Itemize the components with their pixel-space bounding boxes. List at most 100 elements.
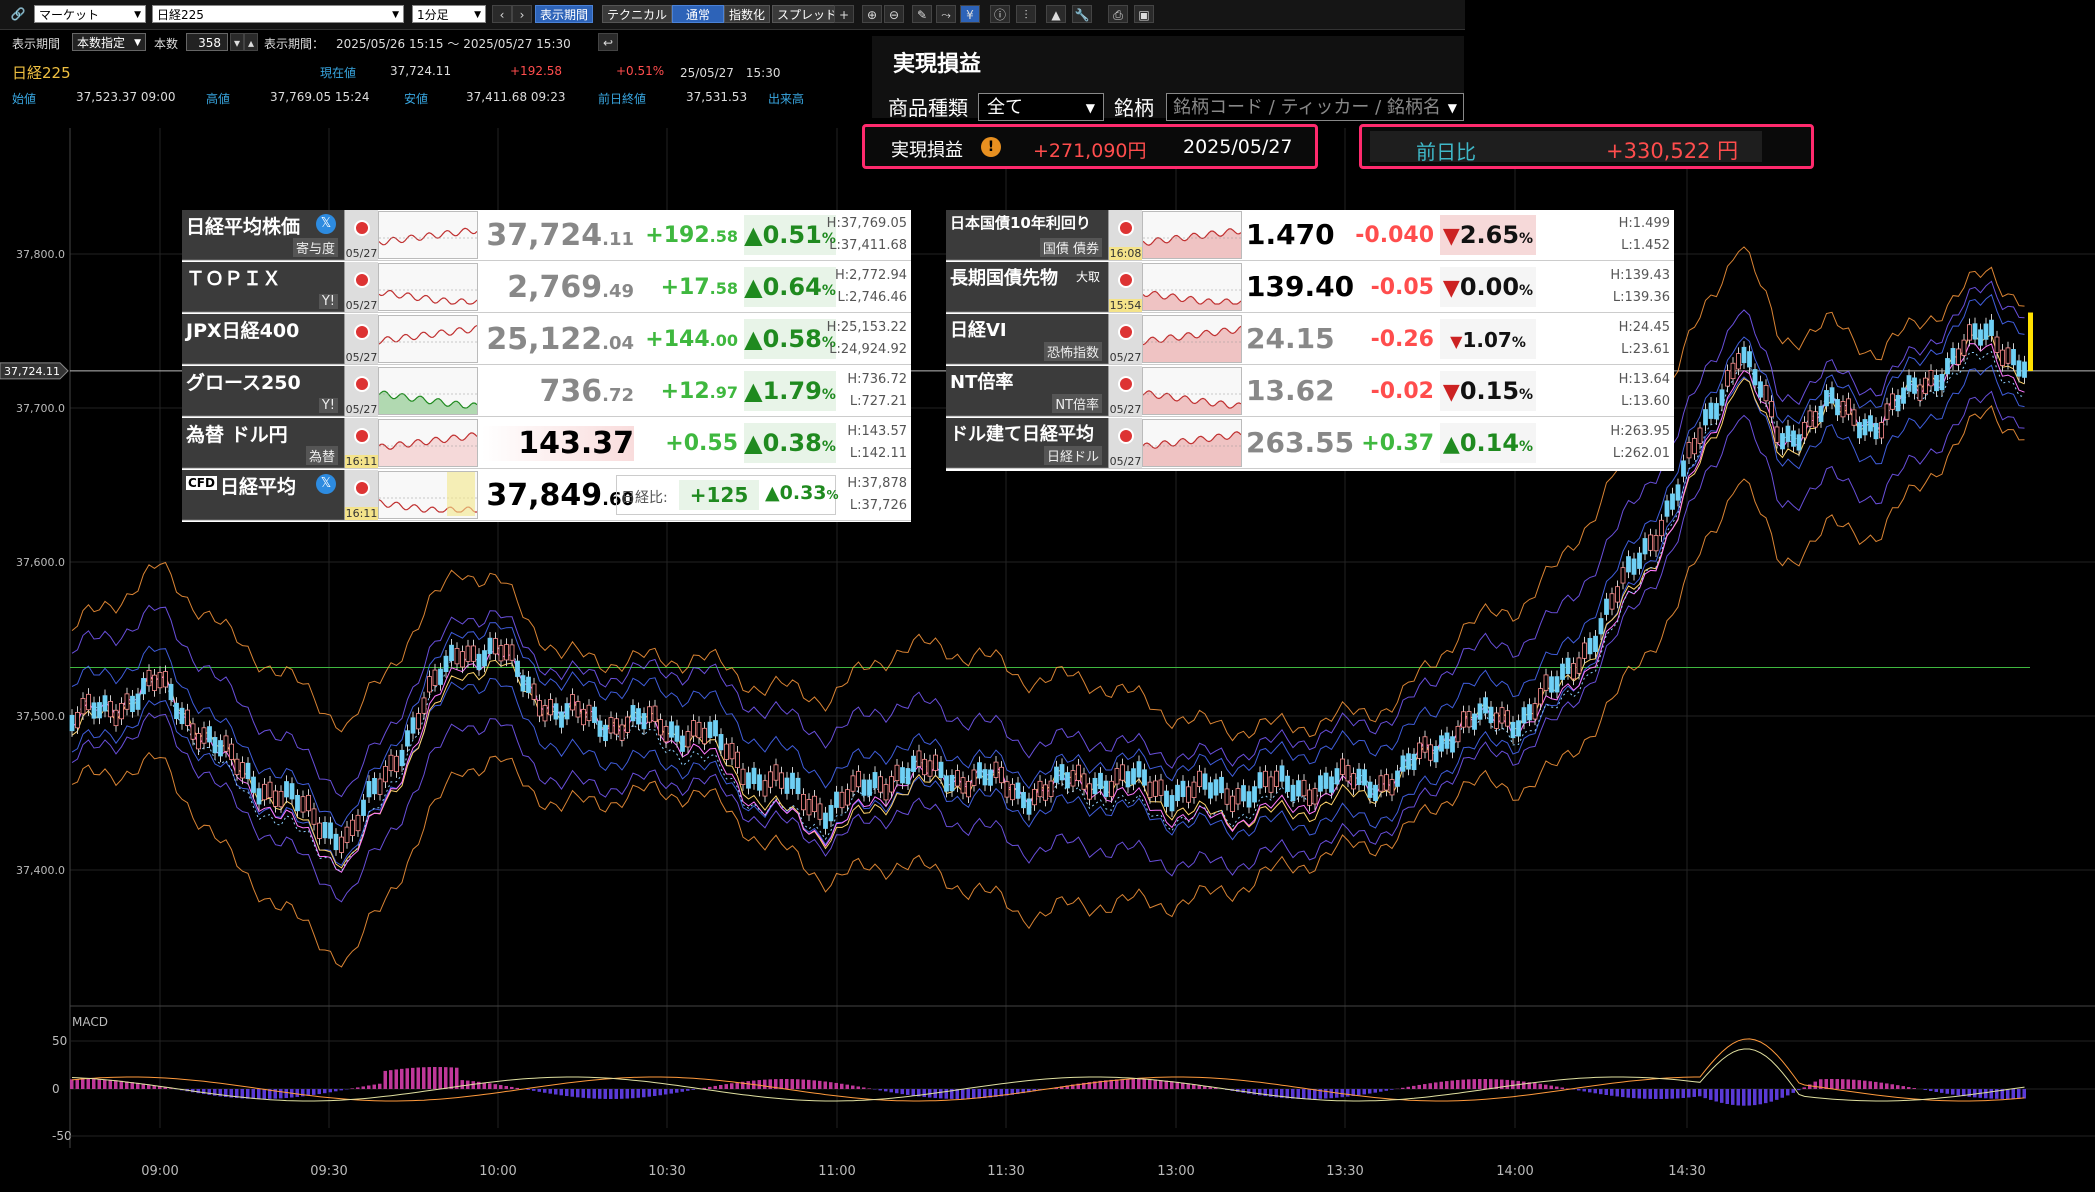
candle-body — [999, 766, 1004, 784]
candle-body — [438, 668, 443, 685]
print-icon[interactable]: ⎙ — [1108, 5, 1128, 23]
period-button[interactable]: 表示期間 — [535, 5, 594, 23]
macd-histogram-bar — [1593, 1089, 1597, 1094]
trend-icon[interactable]: ⤳ — [936, 5, 956, 23]
quote-sub-link[interactable]: 日経ドル — [1043, 446, 1102, 465]
prev-arrow-icon[interactable]: ‹ — [492, 5, 512, 23]
sparkline[interactable] — [1142, 211, 1242, 259]
quote-row[interactable]: 日本国債10年利回り 国債 債券 16:08 1.470 -0.040 ▼2.65% H:1… — [946, 210, 1674, 261]
candle-body — [1048, 780, 1054, 797]
market-select[interactable]: マーケット ▼ — [34, 5, 146, 23]
candle-body — [2005, 347, 2011, 364]
reset-icon[interactable]: ↩ — [598, 33, 618, 51]
quote-row[interactable]: ドル建て日経平均 日経ドル 05/27 263.55 +0.37 ▲0.14% H:263.… — [946, 418, 1674, 469]
pnl-symbol-input[interactable]: 銘柄コード / ティッカー / 銘柄名 ▼ — [1166, 93, 1464, 121]
zoom-in-icon[interactable]: ⊕ — [862, 5, 882, 23]
quote-row[interactable]: 日経VI 恐怖指数 05/27 24.15 -0.26 ▼1.07% H:24.45 L:23… — [946, 314, 1674, 365]
sparkline[interactable] — [1142, 419, 1242, 467]
link-icon[interactable]: 🔗 — [8, 5, 28, 23]
sparkline[interactable] — [1142, 367, 1242, 415]
quote-sub-link[interactable]: 為替 — [305, 446, 338, 465]
current-label: 現在値 — [320, 66, 357, 80]
macd-histogram-bar — [202, 1089, 206, 1095]
quote-low: L:2,746.46 — [837, 290, 907, 305]
candle-body — [608, 717, 614, 734]
quote-name: 日経225 — [12, 64, 71, 82]
macd-histogram-bar — [1769, 1089, 1773, 1102]
pnl-type-select[interactable]: 全て ▼ — [978, 93, 1104, 121]
x-share-icon[interactable]: 𝕏 — [316, 474, 336, 494]
interval-select[interactable]: 1分足 ▼ — [412, 5, 486, 23]
crosshair-icon[interactable]: + — [834, 5, 854, 23]
quote-row[interactable]: グロース250 Y! 05/27 736.72 +12.97 ▲1.79% H:736.72… — [182, 366, 911, 417]
candle-body — [740, 768, 746, 785]
market-flag: 05/27 — [1108, 366, 1142, 416]
sparkline[interactable] — [1142, 315, 1242, 363]
candle-body — [1593, 635, 1598, 653]
quote-row[interactable]: 日経平均株価 寄与度 𝕏 05/27 37,724.11 +192.58 ▲0.51% H:3… — [182, 210, 911, 261]
area-chart-icon[interactable]: ▲ — [1046, 5, 1066, 23]
sparkline[interactable] — [378, 211, 478, 259]
macd-histogram-bar — [840, 1083, 844, 1089]
sparkline[interactable] — [378, 419, 478, 467]
candle-settings-icon[interactable]: ⫶ — [1016, 5, 1036, 23]
quote-row[interactable]: 為替 ドル円 為替 16:11 143.37 +0.55 ▲0.38% H:143.57 L:… — [182, 418, 911, 469]
sparkline[interactable] — [1142, 263, 1242, 311]
quote-sub-link[interactable]: 寄与度 — [292, 238, 338, 257]
candle-body — [355, 814, 361, 832]
candle-body — [938, 761, 944, 778]
candle-body — [394, 755, 399, 773]
candle-body — [207, 726, 212, 743]
next-arrow-icon[interactable]: › — [512, 5, 532, 23]
candle-body — [498, 645, 504, 662]
quote-row[interactable]: CFD 日経平均 𝕏 16:11 37,849.60 日経比: +125 ▲0.33% H:37… — [182, 470, 911, 521]
candle-body — [850, 775, 856, 792]
candle-body — [1901, 387, 1906, 404]
quote-sub-link[interactable]: 恐怖指数 — [1043, 342, 1102, 361]
macd-histogram-bar — [460, 1080, 464, 1089]
macd-histogram-bar — [884, 1089, 888, 1092]
zoom-out-icon[interactable]: ⊖ — [884, 5, 904, 23]
pencil-icon[interactable]: ✎ — [912, 5, 932, 23]
info-icon[interactable]: ⓘ — [990, 5, 1010, 23]
sparkline[interactable] — [378, 263, 478, 311]
macd-histogram-bar — [576, 1089, 580, 1098]
sparkline[interactable] — [378, 367, 478, 415]
sparkline[interactable] — [378, 471, 478, 519]
spread-button[interactable]: スプレッド — [772, 5, 843, 23]
macd-histogram-bar — [1912, 1088, 1916, 1089]
candle-body — [641, 713, 647, 730]
x-share-icon[interactable]: 𝕏 — [316, 214, 336, 234]
candle-body — [839, 791, 845, 809]
symbol-select[interactable]: 日経225 ▼ — [152, 5, 404, 23]
yen-icon[interactable]: ¥ — [960, 5, 980, 23]
window-icon[interactable]: ▣ — [1134, 5, 1154, 23]
warning-icon[interactable]: ! — [981, 137, 1001, 157]
candle-body — [91, 702, 97, 719]
normal-button[interactable]: 通常 — [672, 5, 724, 23]
quote-sub-link[interactable]: Y! — [318, 398, 338, 413]
quote-row[interactable]: NT倍率 NT倍率 05/27 13.62 -0.02 ▼0.15% H:13.64 L:13… — [946, 366, 1674, 417]
candle-body — [465, 645, 471, 662]
stepper-up-icon[interactable]: ▴ — [244, 33, 258, 51]
count-input[interactable]: 358 — [186, 33, 228, 51]
quote-sub-link[interactable]: NT倍率 — [1052, 394, 1102, 413]
quote-row[interactable]: 長期国債先物 大取 15:54 139.40 -0.05 ▼0.00% H:139.43 L:… — [946, 262, 1674, 313]
quote-sub-link[interactable]: 国債 債券 — [1039, 238, 1102, 257]
technical-button[interactable]: テクニカル — [602, 5, 673, 23]
sparkline[interactable] — [378, 315, 478, 363]
macd-histogram-bar — [1835, 1079, 1839, 1089]
stepper-down-icon[interactable]: ▾ — [230, 33, 244, 51]
pct-sign: % — [1511, 335, 1526, 351]
macd-histogram-bar — [603, 1089, 607, 1099]
candle-body — [1829, 387, 1835, 404]
quote-sub-link[interactable]: Y! — [318, 294, 338, 309]
candle-body — [1175, 784, 1180, 802]
candle-body — [1989, 319, 1994, 336]
index-button[interactable]: 指数化 — [724, 5, 771, 23]
quote-row[interactable]: ＴＯＰＩＸ Y! 05/27 2,769.49 +17.58 ▲0.64% H:2,772.… — [182, 262, 911, 313]
candle-body — [1483, 697, 1488, 714]
count-mode-select[interactable]: 本数指定 ▼ — [72, 33, 146, 51]
quote-row[interactable]: JPX日経400 05/27 25,122.04 +144.00 ▲0.58% H:25,… — [182, 314, 911, 365]
wrench-icon[interactable]: 🔧 — [1072, 5, 1092, 23]
